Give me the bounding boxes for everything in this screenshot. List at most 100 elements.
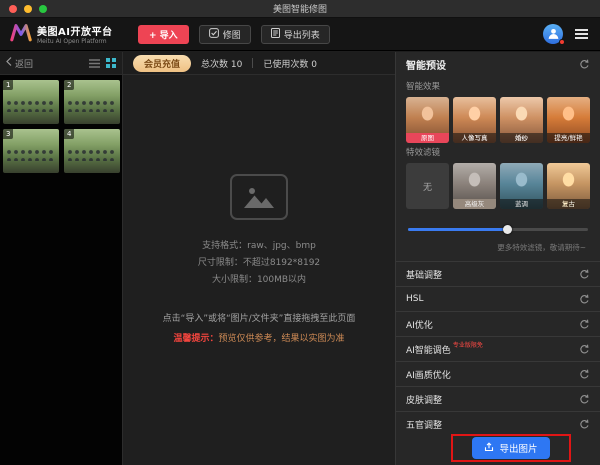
effect-label: 提亮/鲜艳 [547,133,590,143]
filters-label: 特效滤镜 [396,143,600,163]
logo-title: 美图AI开放平台 [37,23,112,38]
reset-section-icon[interactable] [579,369,590,380]
section-label: HSL [406,294,424,304]
filter-thumb-blue[interactable]: 蓝调 [500,163,543,209]
dimension-limit-text: 尺寸限制：不超过8192*8192 [123,255,395,272]
section-label: 皮肤调整 [406,393,442,406]
filter-thumb-none[interactable]: 无 [406,163,449,209]
import-button[interactable]: + 导入 [138,25,189,44]
person-icon [547,25,560,44]
import-button-label: + 导入 [149,28,178,41]
effect-label: 婚纱 [500,133,543,143]
list-view-icon[interactable] [89,59,100,68]
app-logo: 美图AI开放平台 Meitu AI Open Platform [10,23,128,46]
reset-section-icon[interactable] [579,319,590,330]
warm-tip-prefix: 温馨提示： [173,334,218,344]
effect-thumb-portrait[interactable]: 人像写真 [453,97,496,143]
export-annotation-box: 导出图片 [451,434,571,462]
section-ai-quality[interactable]: AI画质优化 [396,361,600,386]
reset-presets-icon[interactable] [579,59,590,70]
reset-section-icon[interactable] [579,344,590,355]
reset-section-icon[interactable] [579,419,590,430]
filter-label: 无 [423,180,432,193]
photo-thumbnail[interactable]: 2 [64,80,120,124]
user-avatar[interactable] [543,24,563,44]
filter-label: 高级灰 [453,199,496,209]
effect-thumb-original[interactable]: 原图 [406,97,449,143]
section-ai-color[interactable]: AI智能调色 专业版限免 [396,336,600,361]
list-doc-icon [271,28,280,41]
section-label: AI画质优化 [406,368,451,381]
export-list-button-label: 导出列表 [284,28,320,41]
thumbnail-number: 4 [64,129,74,139]
smart-presets-header: 智能预设 [396,52,600,77]
workspace-toolbar: 会员充值 总次数 10 已使用次数 0 [123,52,395,75]
drop-hint-text: 点击“导入”或将“图片/文件夹”直接拖拽至此页面 [123,311,395,324]
used-count-label: 已使用次数 0 [263,57,317,70]
photo-thumbnail[interactable]: 1 [3,80,59,124]
more-filters-text: 更多特效滤镜，敬请期待~ [396,234,600,259]
effect-thumb-brighten[interactable]: 提亮/鲜艳 [547,97,590,143]
section-ai-optimize[interactable]: AI优化 [396,311,600,336]
workspace: 会员充值 总次数 10 已使用次数 0 支持格式：raw、jpg、bmp 尺寸限… [123,52,395,465]
effect-label: 人像写真 [453,133,496,143]
filter-label: 复古 [547,199,590,209]
export-image-label: 导出图片 [499,441,537,455]
export-image-button[interactable]: 导出图片 [472,437,549,459]
warm-tip-body: 预览仅供参考，结果以实图为准 [219,334,345,344]
meitu-logo-icon [10,23,32,46]
logo-subtitle: Meitu AI Open Platform [37,38,112,45]
filter-thumb-gray[interactable]: 高级灰 [453,163,496,209]
app-header: 美图AI开放平台 Meitu AI Open Platform + 导入 修图 … [0,18,600,51]
slider-fill [408,228,507,231]
retouch-icon [209,28,219,41]
thumbnail-number: 2 [64,80,74,90]
stat-divider [252,58,253,68]
warm-tip-text: 温馨提示：预览仅供参考，结果以实图为准 [123,331,395,344]
adjustments-panel: 智能预设 智能效果 原图 人像写真 婚纱 提亮/鲜艳 [395,52,600,465]
thumbnail-number: 3 [3,129,13,139]
section-label: 五官调整 [406,418,442,431]
effect-label: 原图 [406,133,449,143]
smart-presets-title: 智能预设 [406,57,446,72]
photo-list-sidebar: 返回 1 2 3 4 [0,52,123,465]
section-skin-adjust[interactable]: 皮肤调整 [396,386,600,411]
export-list-button[interactable]: 导出列表 [261,25,330,44]
smart-effects-row: 原图 人像写真 婚纱 提亮/鲜艳 [396,97,600,143]
main-area: 返回 1 2 3 4 会员充值 [0,52,600,465]
close-window-button[interactable] [9,5,17,13]
section-label: AI优化 [406,318,433,331]
image-dropzone[interactable]: 支持格式：raw、jpg、bmp 尺寸限制：不超过8192*8192 大小限制：… [123,174,395,344]
grid-view-icon[interactable] [106,58,116,68]
photo-thumbnail[interactable]: 3 [3,129,59,173]
filter-thumb-retro[interactable]: 复古 [547,163,590,209]
sidebar-toolbar: 返回 [0,52,122,75]
photo-thumbnail[interactable]: 4 [64,129,120,173]
section-label: AI智能调色 [406,343,451,356]
reset-section-icon[interactable] [579,294,590,305]
member-recharge-button[interactable]: 会员充值 [133,55,191,72]
reset-section-icon[interactable] [579,269,590,280]
filesize-limit-text: 大小限制：100MB以内 [123,272,395,289]
supported-formats-text: 支持格式：raw、jpg、bmp [123,238,395,255]
minimize-window-button[interactable] [24,5,32,13]
menu-icon[interactable] [573,25,590,43]
image-placeholder-icon [230,174,288,220]
thumbnail-number: 1 [3,80,13,90]
back-button[interactable]: 返回 [6,57,33,70]
zoom-window-button[interactable] [39,5,47,13]
notification-dot [559,39,565,45]
section-basic-adjust[interactable]: 基础调整 [396,261,600,286]
filter-strength-slider [408,225,588,234]
slider-knob[interactable] [503,225,512,234]
reset-section-icon[interactable] [579,394,590,405]
section-hsl[interactable]: HSL [396,286,600,311]
filters-row: 无 高级灰 蓝调 复古 [396,163,600,209]
app-window: 美图智能修图 美图AI开放平台 Meitu AI O [0,0,600,465]
retouch-button[interactable]: 修图 [199,25,251,44]
effect-thumb-wedding[interactable]: 婚纱 [500,97,543,143]
section-facial-adjust[interactable]: 五官调整 [396,411,600,436]
thumbnail-grid: 1 2 3 4 [0,75,122,178]
filter-label: 蓝调 [500,199,543,209]
back-label: 返回 [15,57,33,70]
